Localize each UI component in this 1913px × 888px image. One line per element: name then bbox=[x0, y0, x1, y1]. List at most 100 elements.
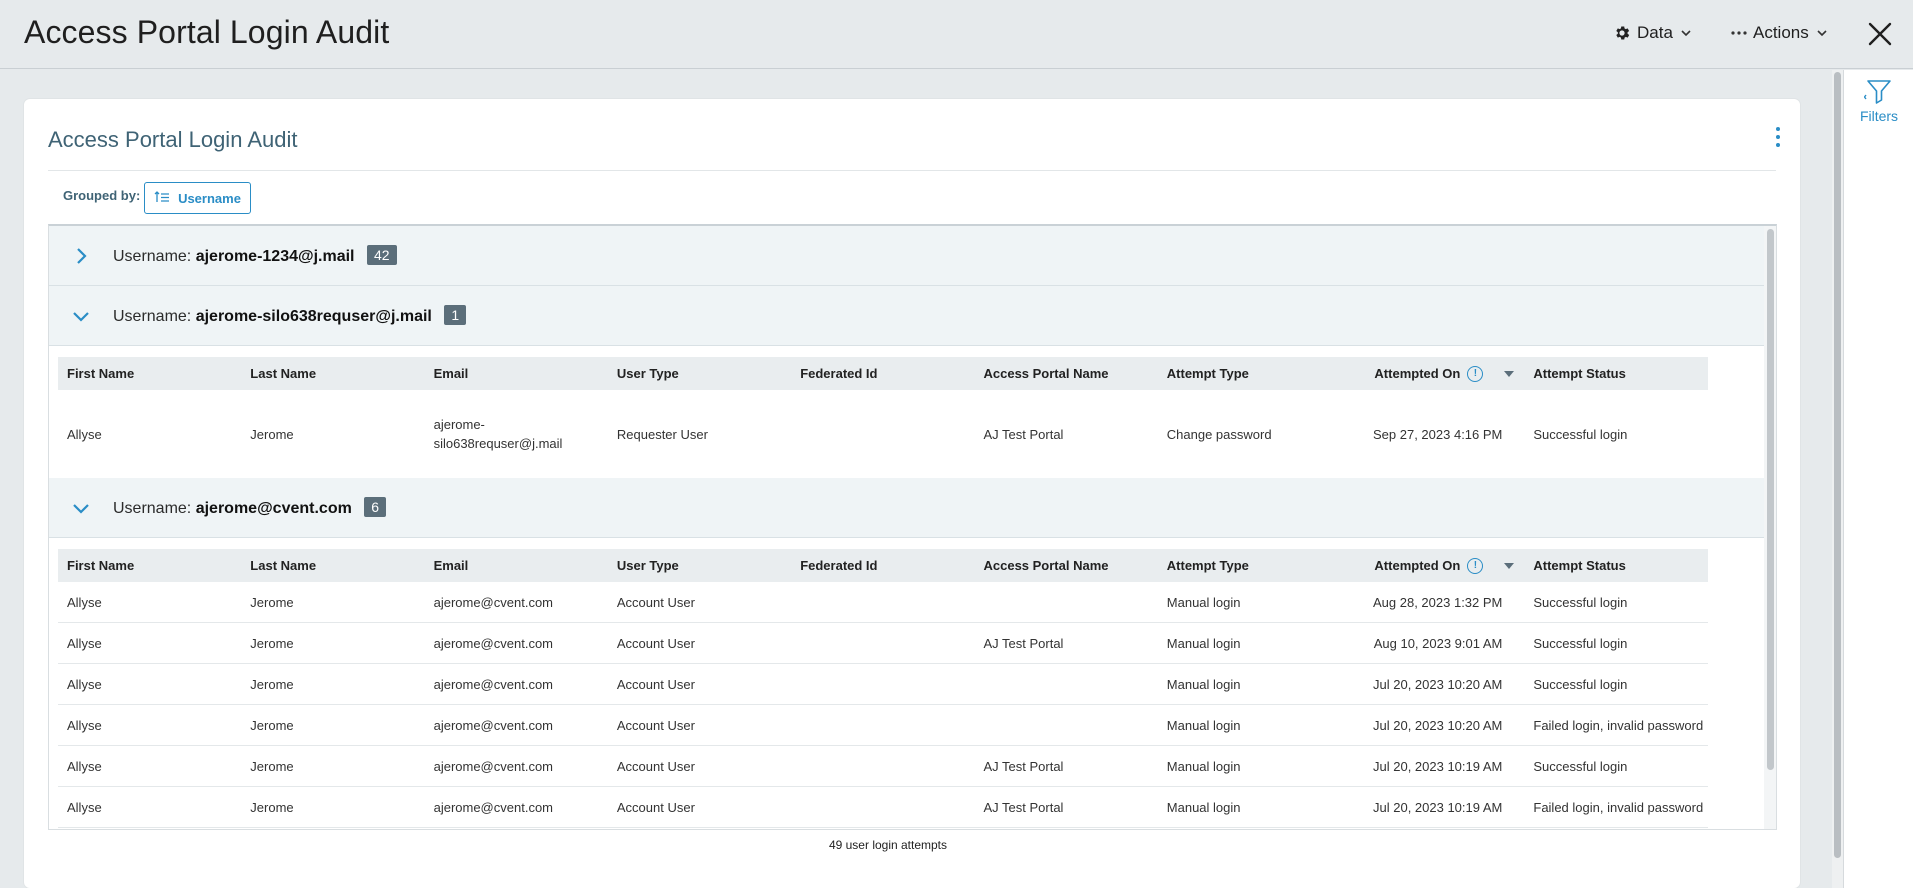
cell-email: ajerome@cvent.com bbox=[433, 676, 553, 692]
cell-attempted-on: Jul 20, 2023 10:20 AM bbox=[1373, 717, 1503, 733]
cell-attempt-type: Manual login bbox=[1166, 676, 1241, 692]
column-header-email[interactable]: Email bbox=[425, 558, 608, 573]
cell-last-name: Jerome bbox=[250, 426, 294, 442]
column-header-attempt-type[interactable]: Attempt Type bbox=[1158, 366, 1341, 381]
cell-email: ajerome@cvent.com bbox=[433, 635, 553, 651]
column-header-access-portal-name[interactable]: Access Portal Name bbox=[974, 366, 1157, 381]
info-icon[interactable]: ! bbox=[1467, 365, 1484, 382]
column-header-federated-id[interactable]: Federated Id bbox=[791, 558, 974, 573]
chevron-right-icon[interactable] bbox=[71, 246, 91, 266]
cell-attempt-status: Successful login bbox=[1533, 676, 1628, 692]
cell-attempt-status: Successful login bbox=[1533, 635, 1628, 651]
cell-user-type: Requester User bbox=[616, 426, 708, 442]
group-by-chip[interactable]: Username bbox=[144, 182, 251, 214]
cell-attempted-on: Sep 27, 2023 4:16 PM bbox=[1373, 426, 1503, 442]
group-header[interactable]: Username: ajerome@cvent.com 6 bbox=[49, 478, 1765, 538]
column-header-user-type[interactable]: User Type bbox=[608, 558, 791, 573]
filters-label: Filters bbox=[1859, 107, 1899, 124]
cell-access-portal-name: AJ Test Portal bbox=[983, 799, 1064, 815]
column-header-last-name[interactable]: Last Name bbox=[241, 558, 424, 573]
close-button[interactable] bbox=[1865, 19, 1895, 49]
table-row[interactable]: Allyse Jerome ajerome@cvent.com Account Use… bbox=[58, 664, 1708, 705]
group-count-badge: 6 bbox=[364, 497, 387, 517]
table-row[interactable]: Allyse Jerome ajerome@cvent.com Account Use… bbox=[58, 582, 1708, 623]
grid-scrollbar-thumb[interactable] bbox=[1767, 229, 1774, 770]
cell-user-type: Account User bbox=[616, 717, 695, 733]
group-table: First Name Last Name Email User Type Federat… bbox=[58, 549, 1708, 828]
sort-descending-icon[interactable] bbox=[1504, 562, 1515, 569]
cell-first-name: Allyse bbox=[67, 426, 102, 442]
cell-attempt-type: Manual login bbox=[1166, 717, 1241, 733]
cell-last-name: Jerome bbox=[250, 635, 294, 651]
column-header-federated-id[interactable]: Federated Id bbox=[791, 366, 974, 381]
cell-last-name: Jerome bbox=[250, 799, 294, 815]
report-card: Access Portal Login Audit Grouped by: Us… bbox=[24, 99, 1800, 888]
column-header-first-name[interactable]: First Name bbox=[58, 366, 241, 381]
column-header-access-portal-name[interactable]: Access Portal Name bbox=[974, 558, 1157, 573]
cell-attempt-status: Successful login bbox=[1533, 594, 1628, 610]
chevron-down-icon[interactable] bbox=[71, 306, 91, 326]
column-header-user-type[interactable]: User Type bbox=[608, 366, 791, 381]
table-row[interactable]: Allyse Jerome ajerome@cvent.com Account Use… bbox=[58, 623, 1708, 664]
cell-attempt-status: Failed login, invalid password bbox=[1533, 799, 1704, 815]
chevron-down-icon[interactable] bbox=[71, 498, 91, 518]
cell-attempt-type: Manual login bbox=[1166, 594, 1241, 610]
group-header[interactable]: Username: ajerome-1234@j.mail 42 bbox=[49, 226, 1765, 286]
column-header-attempted-on[interactable]: Attempted On! bbox=[1341, 557, 1524, 574]
group-header[interactable]: Username: ajerome-silo638requser@j.mail … bbox=[49, 286, 1765, 346]
column-header-attempt-status[interactable]: Attempt Status bbox=[1524, 366, 1707, 381]
filters-button[interactable]: Filters bbox=[1844, 74, 1913, 128]
table-row[interactable]: Allyse Jerome ajerome@cvent.com Account Use… bbox=[58, 787, 1708, 828]
cell-user-type: Account User bbox=[616, 635, 695, 651]
table-header: First Name Last Name Email User Type Federat… bbox=[58, 549, 1708, 582]
column-header-attempted-on[interactable]: Attempted On! bbox=[1341, 365, 1524, 382]
cell-access-portal-name: AJ Test Portal bbox=[983, 426, 1064, 442]
cell-first-name: Allyse bbox=[67, 676, 102, 692]
attempts-count: 49 user login attempts bbox=[828, 838, 948, 852]
page-scrollbar-thumb[interactable] bbox=[1834, 72, 1841, 858]
sort-descending-icon[interactable] bbox=[1504, 370, 1515, 377]
cell-last-name: Jerome bbox=[250, 758, 294, 774]
cell-attempted-on: Jul 20, 2023 10:20 AM bbox=[1373, 676, 1503, 692]
close-icon bbox=[1865, 22, 1895, 53]
column-header-email[interactable]: Email bbox=[425, 366, 608, 381]
cell-email: ajerome@cvent.com bbox=[433, 717, 553, 733]
data-menu-button[interactable]: Data bbox=[1613, 20, 1693, 46]
cell-email: ajerome@cvent.com bbox=[433, 799, 553, 815]
gear-icon bbox=[1613, 24, 1631, 42]
column-header-first-name[interactable]: First Name bbox=[58, 558, 241, 573]
cell-attempt-type: Manual login bbox=[1166, 635, 1241, 651]
cell-last-name: Jerome bbox=[250, 676, 294, 692]
table-row[interactable]: Allyse Jerome ajerome-silo638requser@j.mai… bbox=[58, 390, 1708, 478]
cell-email: ajerome-silo638requser@j.mail bbox=[433, 417, 563, 451]
info-icon[interactable]: ! bbox=[1467, 557, 1484, 574]
table-row[interactable]: Allyse Jerome ajerome@cvent.com Account Use… bbox=[58, 746, 1708, 787]
cell-first-name: Allyse bbox=[67, 594, 102, 610]
audit-grid: Username: ajerome-1234@j.mail 42 Usernam… bbox=[48, 224, 1777, 830]
chevron-down-icon bbox=[1679, 26, 1693, 40]
chevron-down-icon bbox=[1815, 26, 1829, 40]
actions-menu-button[interactable]: Actions bbox=[1731, 20, 1829, 46]
cell-access-portal-name: AJ Test Portal bbox=[983, 635, 1064, 651]
filter-icon bbox=[1863, 79, 1894, 108]
cell-attempt-status: Failed login, invalid password bbox=[1533, 717, 1704, 733]
table-row[interactable]: Allyse Jerome ajerome@cvent.com Account Use… bbox=[58, 705, 1708, 746]
cell-email: ajerome@cvent.com bbox=[433, 594, 553, 610]
divider bbox=[48, 170, 1776, 171]
cell-attempted-on: Jul 20, 2023 10:19 AM bbox=[1373, 758, 1503, 774]
filters-rail: Filters bbox=[1843, 70, 1913, 888]
column-header-attempt-type[interactable]: Attempt Type bbox=[1158, 558, 1341, 573]
group-sort-icon bbox=[154, 190, 170, 207]
cell-last-name: Jerome bbox=[250, 717, 294, 733]
report-options-button[interactable] bbox=[1772, 125, 1784, 149]
group-username: ajerome-silo638requser@j.mail bbox=[195, 308, 432, 325]
group-count-badge: 1 bbox=[444, 305, 467, 325]
cell-email: ajerome@cvent.com bbox=[433, 758, 553, 774]
cell-attempt-status: Successful login bbox=[1533, 426, 1628, 442]
group-username: ajerome-1234@j.mail bbox=[195, 248, 355, 265]
cell-attempt-status: Successful login bbox=[1533, 758, 1628, 774]
report-title: Access Portal Login Audit bbox=[48, 127, 298, 152]
column-header-attempt-status[interactable]: Attempt Status bbox=[1524, 558, 1707, 573]
group-username: ajerome@cvent.com bbox=[195, 500, 352, 517]
column-header-last-name[interactable]: Last Name bbox=[241, 366, 424, 381]
